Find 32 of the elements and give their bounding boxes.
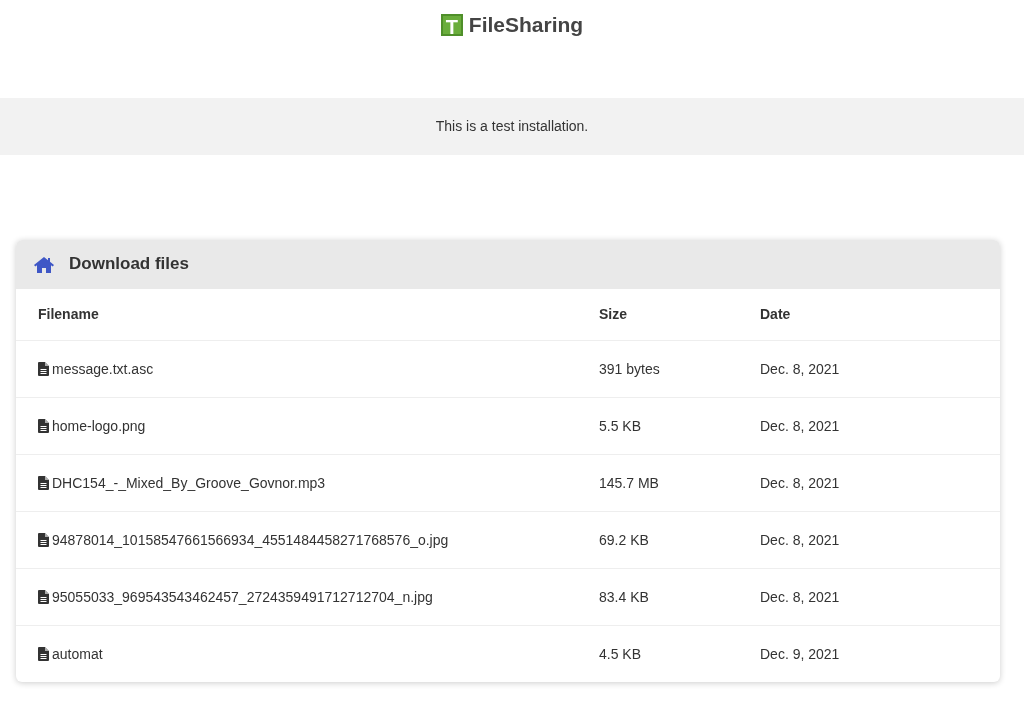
file-icon: [38, 419, 49, 433]
file-date: Dec. 8, 2021: [760, 360, 840, 377]
file-link[interactable]: 94878014_10158547661566934_4551484458271768576_o.jpg: [52, 529, 449, 551]
file-size: 4.5 KB: [599, 645, 642, 662]
file-link[interactable]: automat: [52, 643, 103, 665]
home-icon: [34, 256, 54, 273]
file-date: Dec. 8, 2021: [760, 531, 840, 548]
card-title: Download files: [69, 254, 189, 275]
file-size: 83.4 KB: [599, 588, 649, 605]
column-header: Size: [599, 306, 627, 322]
file-link[interactable]: message.txt.asc: [52, 358, 154, 380]
logo-text: FileSharing: [468, 13, 584, 37]
file-size: 5.5 KB: [599, 417, 642, 434]
file-link[interactable]: 95055033_969543543462457_2724359491712712704_n.jpg: [52, 586, 433, 608]
file-date: Dec. 8, 2021: [760, 588, 840, 605]
logo-mark: T: [440, 14, 463, 36]
file-size: 69.2 KB: [599, 531, 649, 548]
notice-text: This is a test installation.: [435, 117, 589, 136]
file-date: Dec. 8, 2021: [760, 417, 840, 434]
file-icon: [38, 533, 49, 547]
column-header: Filename: [38, 306, 99, 322]
file-icon: [38, 647, 49, 661]
file-icon: [38, 362, 49, 376]
file-icon: [38, 476, 49, 490]
column-header: Date: [760, 306, 791, 322]
file-date: Dec. 8, 2021: [760, 474, 840, 491]
file-icon: [38, 590, 49, 604]
file-size: 145.7 MB: [599, 474, 659, 491]
file-date: Dec. 9, 2021: [760, 645, 840, 662]
file-size: 391 bytes: [599, 360, 660, 377]
file-link[interactable]: DHC154_-_Mixed_By_Groove_Govnor.mp3: [52, 472, 326, 494]
file-link[interactable]: home-logo.png: [52, 415, 146, 437]
